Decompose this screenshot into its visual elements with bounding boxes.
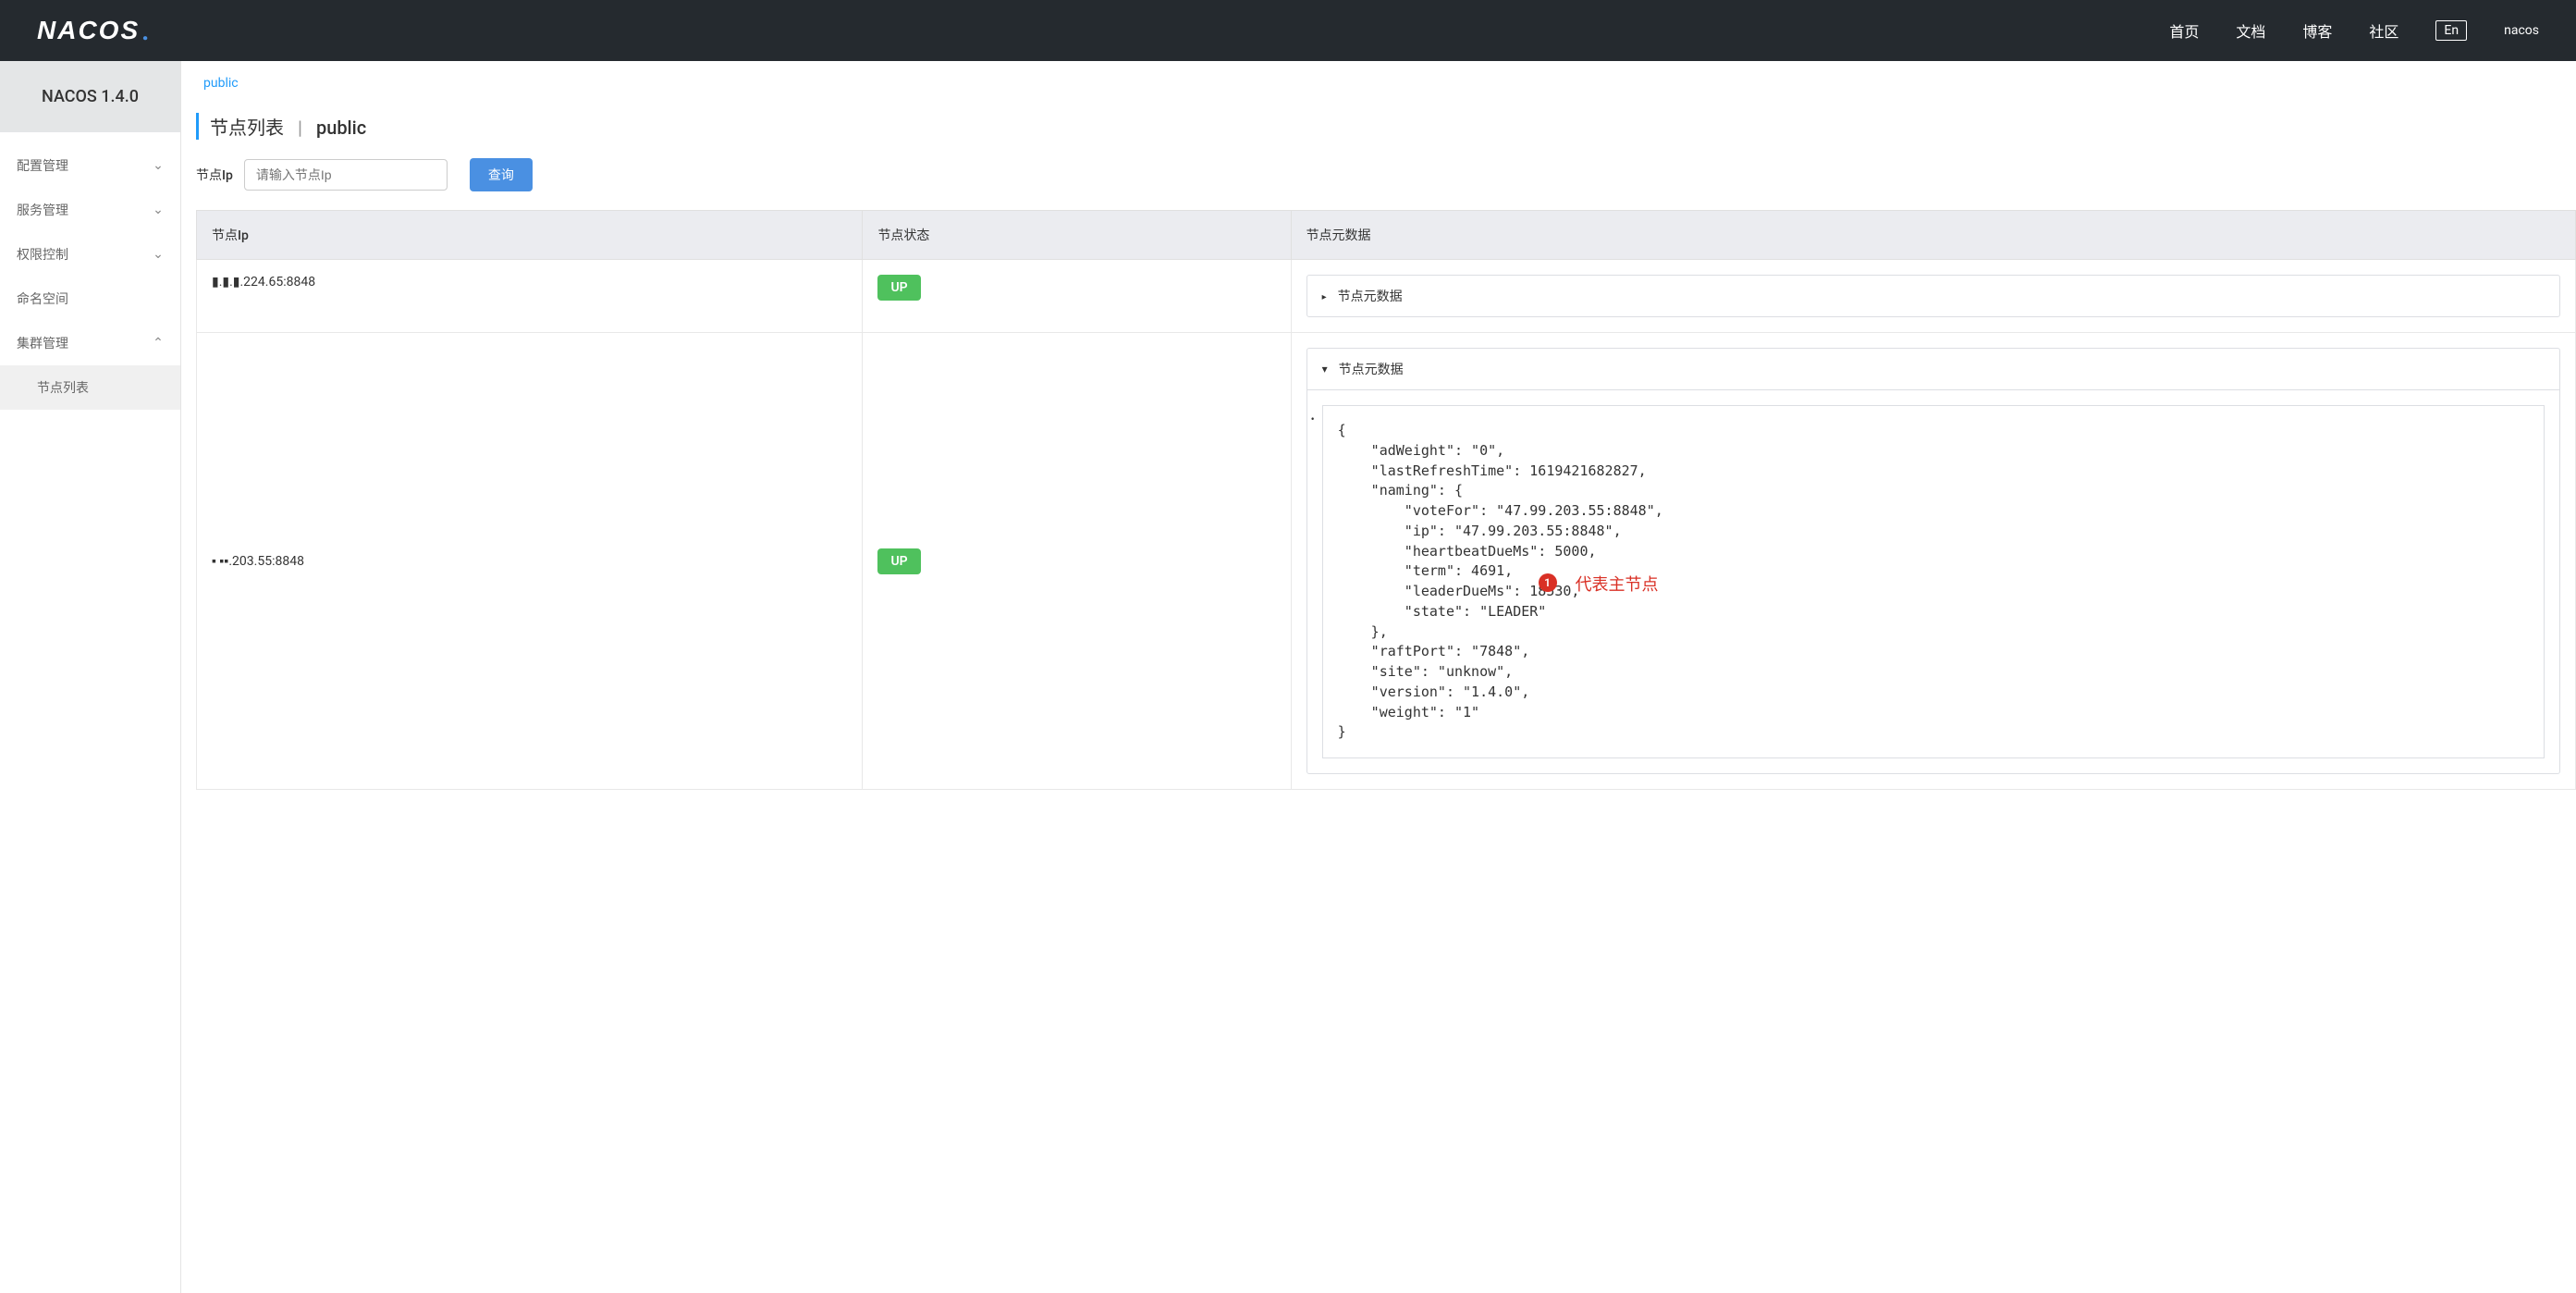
sidebar-item-service[interactable]: 服务管理 ⌄ <box>0 188 180 232</box>
chevron-right-icon <box>1322 289 1327 303</box>
search-button[interactable]: 查询 <box>470 158 533 191</box>
chevron-down-icon: ⌄ <box>153 249 164 260</box>
meta-panel-title: 节点元数据 <box>1339 360 1404 378</box>
search-row: 节点Ip 查询 <box>196 158 2576 191</box>
sidebar-item-namespace[interactable]: 命名空间 <box>0 277 180 321</box>
col-header-ip: 节点Ip <box>197 211 863 260</box>
sidebar-item-label: 命名空间 <box>17 289 68 308</box>
sidebar-item-config[interactable]: 配置管理 ⌄ <box>0 143 180 188</box>
sidebar-item-cluster[interactable]: 集群管理 ⌃ <box>0 321 180 365</box>
nav-home[interactable]: 首页 <box>2169 19 2199 42</box>
cell-status: UP <box>863 260 1291 333</box>
cell-status: UP <box>863 333 1291 790</box>
page-title-main: 节点列表 <box>210 117 284 139</box>
table-row: ▮.▮.▮.224.65:8848 UP 节点元数据 <box>197 260 2576 333</box>
page-title: 节点列表 | public <box>196 113 2576 140</box>
col-header-status: 节点状态 <box>863 211 1291 260</box>
chevron-up-icon: ⌃ <box>153 338 164 349</box>
sidebar: NACOS 1.4.0 配置管理 ⌄ 服务管理 ⌄ 权限控制 ⌄ 命名空间 集群… <box>0 61 181 1293</box>
page-title-namespace: public <box>316 117 366 139</box>
sidebar-item-label: 配置管理 <box>17 156 68 175</box>
sidebar-brand: NACOS 1.4.0 <box>0 61 180 132</box>
sidebar-subitem-node-list[interactable]: 节点列表 <box>0 365 180 410</box>
meta-panel-body: • { "adWeight": "0", "lastRefreshTime": … <box>1307 389 2559 773</box>
nav-blog[interactable]: 博客 <box>2302 19 2332 42</box>
node-ip-input[interactable] <box>244 159 448 191</box>
language-toggle[interactable]: En <box>2435 20 2467 41</box>
user-label[interactable]: nacos <box>2504 23 2539 38</box>
chevron-down-icon <box>1322 362 1328 376</box>
meta-panel: 节点元数据 <box>1306 275 2560 317</box>
table-row: ▪ ▪▪.203.55:8848 UP 节点元数据 • <box>197 333 2576 790</box>
cell-ip: ▪ ▪▪.203.55:8848 <box>197 333 863 790</box>
sidebar-item-label: 集群管理 <box>17 334 68 352</box>
nav-docs[interactable]: 文档 <box>2236 19 2265 42</box>
node-table: 节点Ip 节点状态 节点元数据 ▮.▮.▮.224.65:8848 UP <box>196 210 2576 790</box>
sidebar-item-label: 权限控制 <box>17 245 68 264</box>
status-badge-up: UP <box>877 275 920 301</box>
sidebar-item-label: 服务管理 <box>17 201 68 219</box>
sidebar-item-auth[interactable]: 权限控制 ⌄ <box>0 232 180 277</box>
meta-panel-toggle[interactable]: 节点元数据 <box>1307 349 2559 389</box>
cell-meta: 节点元数据 <box>1291 260 2575 333</box>
namespace-tab-public[interactable]: public <box>196 72 246 94</box>
col-header-meta: 节点元数据 <box>1291 211 2575 260</box>
top-header: NACOS. 首页 文档 博客 社区 En nacos <box>0 0 2576 61</box>
search-label: 节点Ip <box>196 166 233 184</box>
annotation-text: 代表主节点 <box>1576 572 1659 596</box>
cell-ip: ▮.▮.▮.224.65:8848 <box>197 260 863 333</box>
chevron-down-icon: ⌄ <box>153 160 164 171</box>
main-content: public 节点列表 | public 节点Ip 查询 节点Ip 节点状态 节… <box>181 61 2576 1293</box>
title-separator: | <box>298 117 302 139</box>
nacos-logo[interactable]: NACOS. <box>37 16 151 46</box>
meta-panel-title: 节点元数据 <box>1338 287 1403 305</box>
chevron-down-icon: ⌄ <box>153 204 164 216</box>
meta-panel-toggle[interactable]: 节点元数据 <box>1307 276 2559 316</box>
meta-json: { "adWeight": "0", "lastRefreshTime": 16… <box>1322 405 2545 758</box>
header-nav: 首页 文档 博客 社区 En nacos <box>2169 19 2539 42</box>
logo-dot-icon: . <box>141 16 151 46</box>
status-badge-up: UP <box>877 548 920 574</box>
cell-meta: 节点元数据 • { "adWeight": "0", "lastRefreshT… <box>1291 333 2575 790</box>
bullet-icon: • <box>1311 413 1315 425</box>
meta-panel: 节点元数据 • { "adWeight": "0", "lastRefreshT… <box>1306 348 2560 774</box>
annotation-badge-1: 1 <box>1539 573 1557 592</box>
nav-community[interactable]: 社区 <box>2369 19 2398 42</box>
